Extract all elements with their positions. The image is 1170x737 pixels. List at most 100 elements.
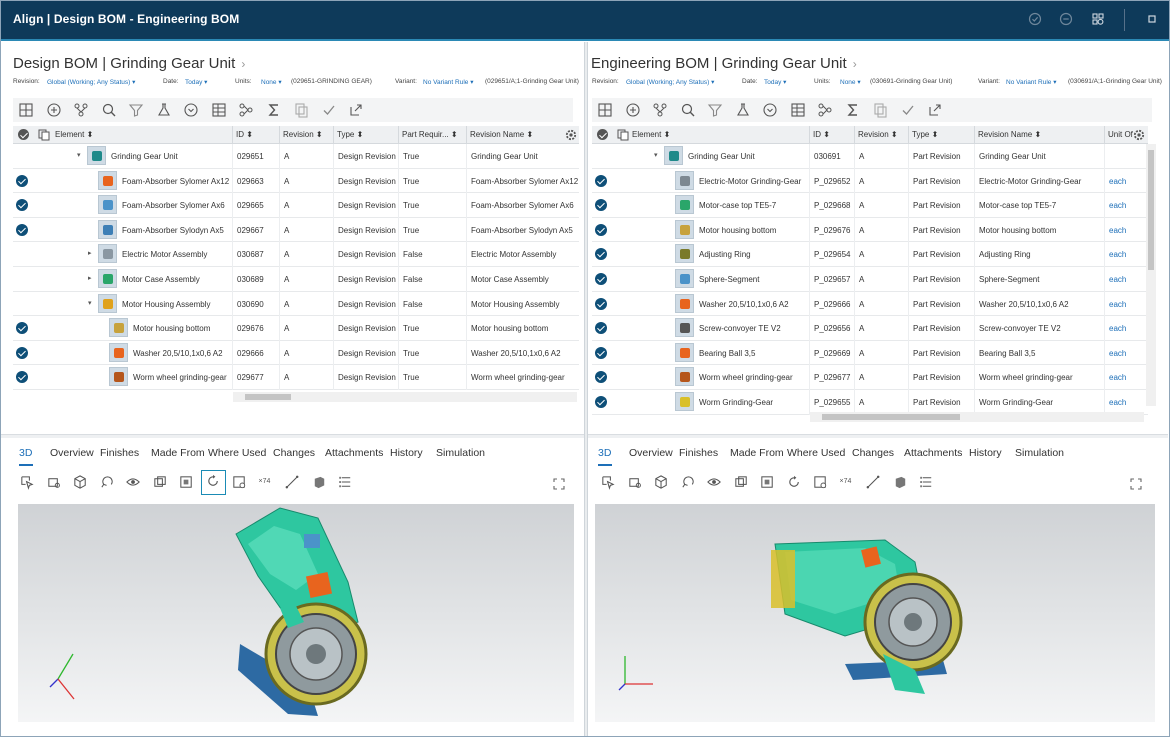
revision-dropdown[interactable]: Global (Working; Any Status) ▾ [47,78,135,86]
row-checked-icon[interactable] [16,322,28,335]
cell-unit[interactable]: each [1109,300,1147,309]
filter-icon[interactable] [127,101,145,119]
column-resize-handle[interactable] [974,126,975,144]
chevron-right-icon[interactable]: › [241,57,245,71]
tab-attachments[interactable]: Attachments [904,447,962,459]
spin-icon[interactable] [786,474,803,491]
search-icon[interactable] [100,101,118,119]
measure-icon[interactable]: ×74 [258,474,275,491]
element-name[interactable]: Adjusting Ring [699,250,807,259]
line-icon[interactable] [284,474,301,491]
tab-history[interactable]: History [390,447,423,459]
table-row[interactable]: Worm wheel grinding-gear P_029677 A Part Re… [592,365,1148,390]
structure-icon[interactable] [72,101,90,119]
table-row[interactable]: Worm Grinding-Gear P_029655 A Part Revision… [592,390,1148,415]
horizontal-scrollbar[interactable] [810,412,1144,422]
rotate-icon[interactable] [99,474,116,491]
table-row[interactable]: ▾ Grinding Gear Unit 029651 A Design Revisio… [13,144,579,169]
export-icon[interactable] [347,101,365,119]
zoom-icon[interactable] [627,474,644,491]
table-row[interactable]: ▾ Motor Housing Assembly 030690 A Design Rev… [13,292,579,317]
settings-icon[interactable] [1091,12,1105,26]
collapse-icon[interactable]: ▾ [88,299,92,307]
tree-icon[interactable] [237,101,255,119]
row-checked-icon[interactable] [595,199,607,212]
column-header[interactable]: Revision Name ⬍ [978,130,1041,139]
expand-icon[interactable]: ▸ [88,249,92,257]
column-header[interactable]: Part Requir... ⬍ [402,130,458,139]
table-row[interactable]: ▸ Motor Case Assembly 030689 A Design Revisi… [13,267,579,292]
element-name[interactable]: Motor-case top TE5-7 [699,201,807,210]
tab-finishes[interactable]: Finishes [100,447,139,459]
sigma-icon[interactable] [844,101,862,119]
horizontal-scrollbar[interactable] [233,392,577,402]
date-dropdown[interactable]: Today ▾ [185,78,207,86]
line-icon[interactable] [865,474,882,491]
element-name[interactable]: Screw-convoyer TE V2 [699,324,807,333]
cursor-select-icon[interactable] [600,474,617,491]
cube-icon[interactable] [72,474,89,491]
element-name[interactable]: Motor Housing Assembly [122,300,230,309]
export-icon[interactable] [926,101,944,119]
element-name[interactable]: Bearing Ball 3,5 [699,349,807,358]
checkmark-icon[interactable] [899,101,917,119]
add-icon[interactable] [45,101,63,119]
table-row[interactable]: Foam-Absorber Sylodyn Ax5 029667 A Design R… [13,218,579,243]
table-row[interactable]: Bearing Ball 3,5 P_029669 A Part Revision Be… [592,341,1148,366]
section-icon[interactable] [152,474,169,491]
rotate-icon[interactable] [680,474,697,491]
zoom-icon[interactable] [46,474,63,491]
variant-dropdown[interactable]: No Variant Rule ▾ [1006,78,1056,86]
tab-3d[interactable]: 3D [598,447,611,459]
table-icon[interactable] [210,101,228,119]
units-dropdown[interactable]: None ▾ [840,78,861,86]
tab-made-from[interactable]: Made From [730,447,784,459]
date-dropdown[interactable]: Today ▾ [764,78,786,86]
tab-where-used[interactable]: Where Used [787,447,845,459]
variant-dropdown[interactable]: No Variant Rule ▾ [423,78,473,86]
tab-where-used[interactable]: Where Used [208,447,266,459]
3d-viewport[interactable] [595,504,1155,722]
element-name[interactable]: Foam-Absorber Sylomer Ax12 [122,177,230,186]
eye-icon[interactable] [125,474,142,491]
table-row[interactable]: Electric-Motor Grinding-Gear P_029652 A Par… [592,169,1148,194]
section-icon[interactable] [733,474,750,491]
row-checked-icon[interactable] [595,346,607,359]
window-icon[interactable] [1145,12,1159,26]
table-row[interactable]: Motor housing bottom P_029676 A Part Revisi… [592,218,1148,243]
cell-unit[interactable]: each [1109,398,1147,407]
cell-unit[interactable]: each [1109,201,1147,210]
column-header[interactable]: Element ⬍ [55,130,93,139]
column-header[interactable]: Revision ⬍ [283,130,323,139]
element-name[interactable]: Electric Motor Assembly [122,250,230,259]
table-row[interactable]: Screw-convoyer TE V2 P_029656 A Part Revisi… [592,316,1148,341]
table-row[interactable]: Worm wheel grinding-gear 029677 A Design Re… [13,365,579,390]
vertical-scrollbar[interactable] [1146,144,1156,406]
cell-unit[interactable]: each [1109,373,1147,382]
element-name[interactable]: Washer 20,5/10,1x0,6 A2 [133,349,230,358]
cell-unit[interactable]: each [1109,349,1147,358]
column-resize-handle[interactable] [232,126,233,144]
expand-icon[interactable]: ▸ [88,274,92,282]
column-settings-icon[interactable] [564,128,578,142]
element-name[interactable]: Worm wheel grinding-gear [699,373,807,382]
spin-icon[interactable] [200,470,226,495]
column-resize-handle[interactable] [854,126,855,144]
element-name[interactable]: Sphere-Segment [699,275,807,284]
tab-overview[interactable]: Overview [50,447,94,459]
element-name[interactable]: Motor Case Assembly [122,275,230,284]
dropdown-circle-icon[interactable] [182,101,200,119]
checkmark-icon[interactable] [320,101,338,119]
fit-icon[interactable] [178,474,195,491]
revision-dropdown[interactable]: Global (Working; Any Status) ▾ [626,78,714,86]
row-checked-icon[interactable] [16,371,28,384]
copy-icon[interactable] [617,129,629,141]
select-all-checkbox[interactable] [597,129,608,140]
3d-viewport[interactable] [18,504,574,722]
cell-unit[interactable]: each [1109,250,1147,259]
cursor-select-icon[interactable] [19,474,36,491]
copy-icon[interactable] [871,101,889,119]
column-resize-handle[interactable] [398,126,399,144]
list-icon[interactable] [337,474,354,491]
flask-icon[interactable] [734,101,752,119]
